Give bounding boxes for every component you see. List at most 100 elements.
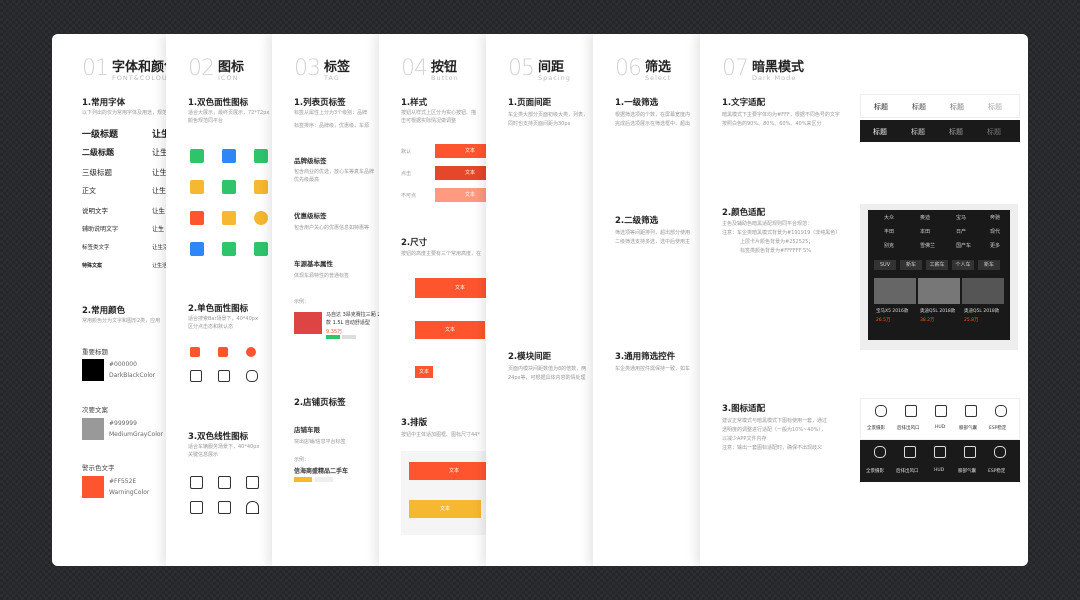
brand-label[interactable]: 雪佛兰 [920, 242, 935, 249]
font-sample: 标签类文字 [82, 245, 110, 251]
section-title: 3.双色线性图标 [188, 432, 249, 442]
page-subtitle: Spacing [538, 74, 571, 82]
font-sample-right: 让生 [152, 168, 167, 177]
brand-label[interactable]: 大众 [884, 214, 894, 221]
section-desc: 筛选项等间距排列，超出部分使用 [615, 230, 691, 236]
color-hex: #FF552E [109, 478, 137, 485]
example-label: 示例： [294, 299, 310, 305]
section-desc: 适合搜索Bar场景下，40*40px [188, 316, 258, 322]
hud-icon [934, 446, 946, 458]
airbag-icon [964, 446, 976, 458]
color-name: WarningColor [109, 489, 150, 496]
shop-name: 信海商盛精品二手车 [294, 468, 349, 475]
section-desc: 暗黑模式下主要字体均为#FFF，根据不同色号的文字 [722, 112, 840, 118]
filter-chip[interactable]: 新车 [978, 260, 1000, 270]
brand-label[interactable]: 本田 [920, 228, 930, 235]
section-desc: 同时也支持页面间距为30px [508, 121, 571, 127]
vent-icon [905, 405, 917, 417]
dark-app-screen: 大众 奥迪 宝马 奔驰 丰田 本田 日产 现代 别克 雪佛兰 国产车 更多 SU… [868, 210, 1010, 340]
font-sample: 一级标题 [82, 130, 119, 140]
brand-label[interactable]: 奔驰 [990, 214, 1000, 221]
filter-chip[interactable]: 新车 [900, 260, 922, 270]
section-desc: 常用颜色分为文字和图形2类，应用 [82, 318, 161, 324]
section-title: 2.尺寸 [401, 238, 428, 248]
section-title: 2.模块间距 [508, 352, 552, 362]
brand-label[interactable]: 宝马 [956, 214, 966, 221]
camera-360-icon [874, 446, 886, 458]
button-yellow[interactable]: 文本 [409, 500, 481, 518]
car-name: 奥迪Q5L 2018款 [964, 309, 1000, 314]
button-medium[interactable]: 文本 [415, 321, 485, 339]
font-sample-right: 让生 [152, 207, 165, 215]
car-photo[interactable] [874, 278, 916, 304]
section-desc: 适合大展示，最终页展示，72*72px [188, 110, 270, 116]
page-number: 05 [508, 56, 535, 81]
button-small[interactable]: 文本 [415, 366, 433, 378]
icon-label: HUD [935, 425, 946, 430]
car-photo[interactable] [918, 278, 960, 304]
chart-icon [222, 242, 236, 256]
icon-label: 后排出风口 [896, 469, 919, 474]
shield-icon [246, 347, 256, 357]
section-title: 1.常用字体 [82, 98, 126, 108]
car-photo[interactable] [962, 278, 1004, 304]
color-name: MediumGrayColor [109, 431, 163, 438]
section-desc: 主色及辅助色暗黑适配规则同平台规范： [722, 221, 813, 227]
section-title: 1.样式 [401, 98, 428, 108]
icon-label: ESP稳定 [989, 426, 1007, 431]
color-hex: #000000 [109, 361, 137, 368]
tag-heading: 车源基本属性 [294, 260, 333, 268]
filter-chip[interactable]: SUV [874, 260, 896, 270]
font-sample: 特殊文案 [82, 263, 103, 269]
section-desc: 颜色规范同平台 [188, 118, 224, 124]
brand-label[interactable]: 丰田 [884, 228, 894, 235]
section-title: 2.单色面性图标 [188, 304, 249, 314]
title-sample: 标题 [912, 103, 926, 111]
state-label: 默认 [401, 149, 412, 155]
settings-car-icon [254, 242, 268, 256]
section-title: 2.二级筛选 [615, 216, 659, 226]
car-outline-icon [218, 370, 230, 382]
page-subtitle: ICON [218, 74, 239, 82]
color-group-label: 警示色文字 [82, 464, 115, 472]
page-subtitle: Dark Mode [752, 74, 797, 82]
car-thumbnail [294, 312, 322, 334]
home-icon [190, 347, 200, 357]
light-title-row: 标题 标题 标题 标题 [860, 94, 1020, 118]
title-sample-dark: 标题 [949, 128, 963, 136]
note: 注意：车企类暗黑模式背景为#191919（非纯黑色） [722, 230, 841, 236]
filter-chip[interactable]: 工薪车 [926, 260, 948, 270]
section-desc: 车企类大部分页面初级大类，列表， [508, 112, 589, 118]
brand-label[interactable]: 更多 [990, 242, 1000, 249]
airbag-icon [965, 405, 977, 417]
icon-label: 全景摄影 [866, 469, 884, 474]
page-number: 06 [615, 56, 642, 81]
brand-label[interactable]: 现代 [990, 228, 1000, 235]
page-subtitle: TAG [324, 74, 340, 82]
page-subtitle: FONT&COLOUR [112, 74, 174, 82]
icon-label: 膝部气囊 [959, 426, 977, 431]
brand-label[interactable]: 国产车 [956, 242, 971, 249]
dark-title-row: 标题 标题 标题 标题 [860, 120, 1020, 142]
wallet-icon [222, 211, 236, 225]
icon-label: 全景摄影 [867, 426, 885, 431]
section-title: 2.颜色适配 [722, 208, 766, 218]
tag-desc: 突出店铺/信息平台标签 [294, 439, 346, 445]
color-swatch [82, 418, 104, 440]
brand-label[interactable]: 奥迪 [920, 214, 930, 221]
design-spec-board: 01 字体和颜色 FONT&COLOUR 1.常用字体 以下列出的仅为常用字体及… [52, 34, 1028, 566]
icon-label: ESP稳定 [988, 469, 1006, 474]
shop-tag [294, 477, 312, 482]
section-desc: 按钮中主体适加图框、图标尺寸44* [401, 432, 480, 438]
light-icon-row: 全景摄影 后排出风口 HUD 膝部气囊 ESP稳定 [860, 398, 1020, 440]
brand-label[interactable]: 别克 [884, 242, 894, 249]
filter-chip[interactable]: 个人车 [952, 260, 974, 270]
car-icon [254, 149, 268, 163]
brand-label[interactable]: 日产 [956, 228, 966, 235]
tag-desc: 体现车源特性的普通标签 [294, 273, 350, 279]
section-desc: 透明度的调整进行适配（一般为10%~40%）， [722, 427, 826, 433]
note: 上层卡片颜色背景为#252525； [740, 239, 814, 245]
state-label: 点击 [401, 171, 412, 177]
document-icon [218, 476, 231, 489]
page-subtitle: Select [645, 74, 672, 82]
